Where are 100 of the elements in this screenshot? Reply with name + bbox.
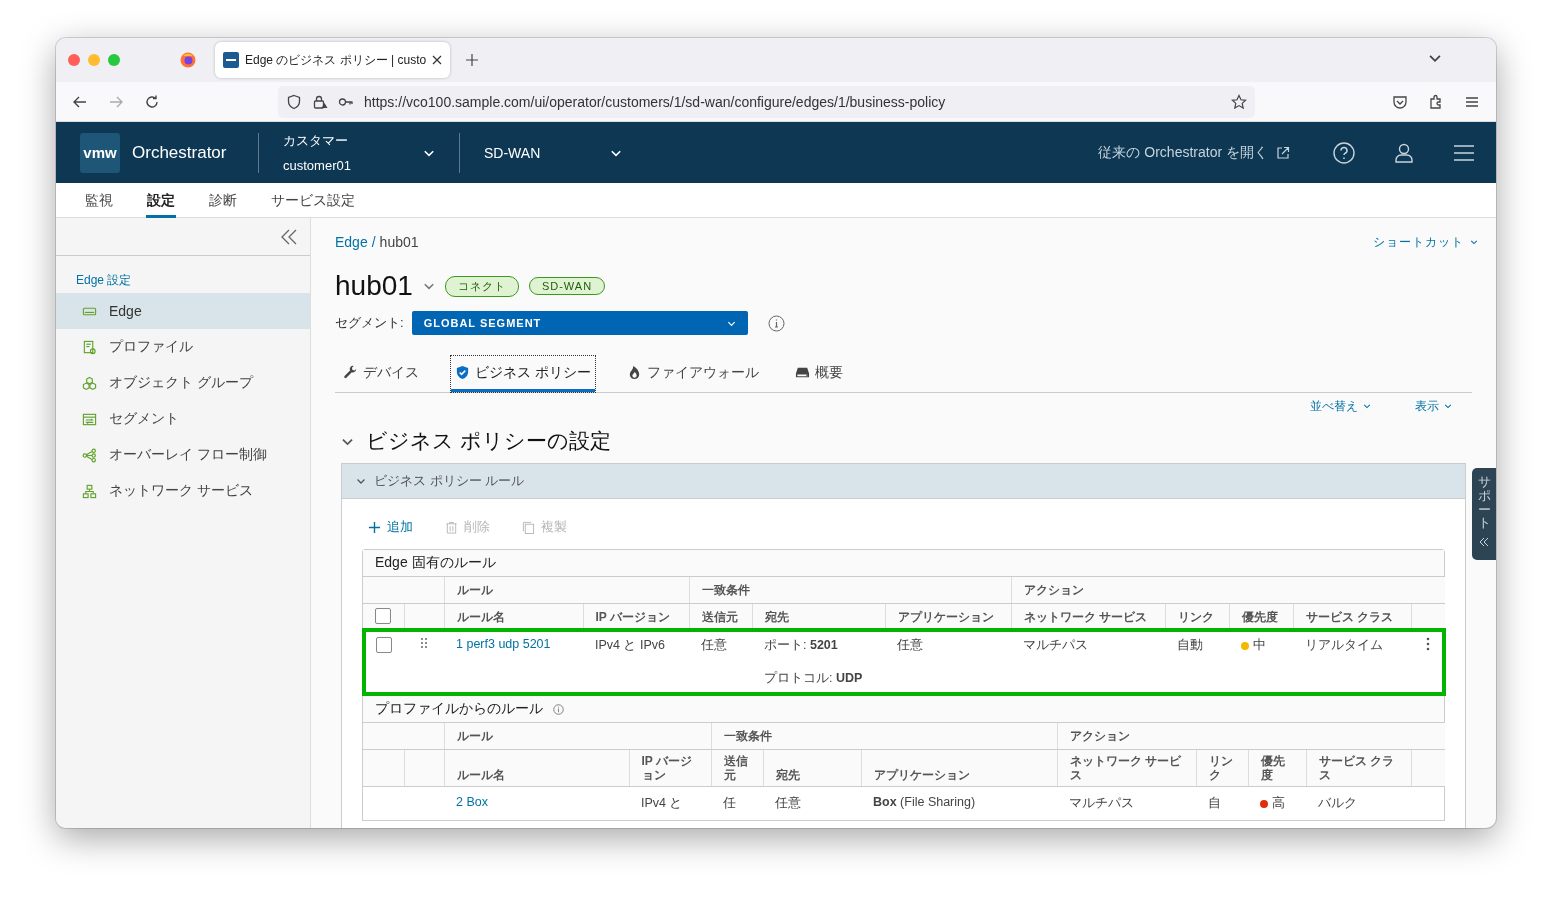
segment-label: セグメント: bbox=[335, 314, 404, 332]
table-cell: Box (File Sharing) bbox=[873, 795, 976, 809]
objects-icon bbox=[82, 375, 97, 391]
chevron-icon bbox=[1470, 238, 1478, 246]
sidebar-item[interactable]: オーバーレイ フロー制御 bbox=[56, 437, 310, 473]
copy-icon bbox=[522, 520, 535, 534]
column-header: アプリケーション bbox=[897, 610, 994, 624]
column-header: IP バージョン bbox=[595, 610, 670, 624]
table-cell-text: ポート: 5201 bbox=[764, 637, 839, 654]
wrench-icon bbox=[343, 365, 358, 380]
customer-selector[interactable]: カスタマー customer01 bbox=[259, 132, 459, 173]
column-header: リンク bbox=[1208, 754, 1233, 782]
nav-tab[interactable]: 診断 bbox=[208, 183, 238, 218]
status-badge: SD-WAN bbox=[528, 277, 606, 295]
info-icon[interactable] bbox=[767, 314, 785, 332]
tab[interactable]: ファイアウォール bbox=[622, 356, 763, 392]
tab[interactable]: 概要 bbox=[790, 356, 847, 392]
table-cell-text: 任意 bbox=[775, 795, 802, 812]
address-bar[interactable]: https://vco100.sample.com/ui/operator/customers/1/sd-wan/configure/edges/1/business-policy bbox=[278, 85, 1255, 118]
reload-icon[interactable] bbox=[144, 93, 160, 110]
shortcut-menu[interactable]: ショートカット bbox=[1367, 232, 1484, 252]
table-cell: リアルタイム bbox=[1305, 638, 1383, 652]
pocket-icon[interactable] bbox=[1392, 93, 1408, 110]
group-header: ルール bbox=[456, 583, 493, 597]
column-header: IP バージョン bbox=[641, 754, 692, 782]
chevron-icon bbox=[1363, 402, 1371, 410]
extensions-icon[interactable] bbox=[1428, 93, 1444, 110]
dropdown-menu[interactable]: 並べ替え bbox=[1304, 396, 1377, 416]
breadcrumb-link[interactable]: Edge bbox=[335, 234, 368, 250]
overlay-icon bbox=[82, 447, 97, 463]
lock-icon[interactable] bbox=[312, 93, 328, 110]
sidebar-item[interactable]: オブジェクト グループ bbox=[56, 365, 310, 401]
external-link-icon bbox=[1276, 145, 1290, 160]
rule-link[interactable]: 2 Box bbox=[456, 795, 488, 809]
star-icon[interactable] bbox=[1231, 93, 1247, 110]
info-icon bbox=[553, 703, 564, 715]
close-window-button[interactable] bbox=[68, 54, 80, 66]
group-header: アクション bbox=[1069, 729, 1130, 743]
group-header: ルール bbox=[456, 729, 493, 743]
table-cell: マルチパス bbox=[1023, 638, 1088, 652]
sidebar-section-title: Edge 設定 bbox=[75, 272, 133, 289]
table-cell: バルク bbox=[1318, 796, 1357, 810]
favicon-icon bbox=[223, 52, 239, 68]
expand-chevron-icon bbox=[356, 476, 366, 486]
tab[interactable]: ビジネス ポリシー bbox=[451, 356, 595, 392]
help-icon[interactable] bbox=[1332, 140, 1356, 165]
table-title: Edge 固有のルール bbox=[375, 554, 496, 572]
chevron-icon bbox=[1444, 402, 1452, 410]
table-title: プロファイルからのルール bbox=[375, 700, 543, 718]
sidebar-item[interactable]: プロファイル bbox=[56, 329, 310, 365]
table-cell: IPv4 と IPv6 bbox=[595, 638, 665, 652]
column-header: アプリケーション bbox=[873, 768, 970, 782]
column-header: ルール名 bbox=[456, 610, 505, 624]
column-header: ネットワーク サービス bbox=[1023, 610, 1147, 624]
browser-logo-icon[interactable] bbox=[180, 52, 196, 68]
browser-tab[interactable]: Edge のビジネス ポリシー | custo bbox=[215, 42, 451, 78]
sidebar-item[interactable]: セグメント bbox=[56, 401, 310, 437]
shield-icon[interactable] bbox=[286, 93, 302, 110]
tab[interactable]: デバイス bbox=[339, 356, 423, 392]
column-header: ネットワーク サービス bbox=[1069, 754, 1181, 782]
support-tab[interactable]: サポート bbox=[1472, 468, 1496, 560]
table-cell: 自 bbox=[1208, 796, 1221, 810]
column-header: サービス クラス bbox=[1318, 754, 1394, 782]
column-header: 優先度 bbox=[1260, 754, 1285, 782]
segment-icon bbox=[82, 411, 97, 427]
table-cell: 任意 bbox=[701, 638, 727, 652]
drag-handle-icon[interactable] bbox=[420, 637, 428, 649]
column-header: ルール名 bbox=[456, 768, 505, 782]
table-cell: IPv4 と bbox=[641, 796, 683, 810]
collapse-icon[interactable] bbox=[280, 228, 298, 245]
group-header: 一致条件 bbox=[701, 583, 750, 597]
nav-tab[interactable]: 監視 bbox=[84, 183, 114, 218]
add-button[interactable]: 追加 bbox=[368, 518, 413, 536]
section-title: ビジネス ポリシーの設定 bbox=[366, 428, 611, 454]
network-icon bbox=[82, 483, 97, 499]
rule-link[interactable]: 1 perf3 udp 5201 bbox=[456, 637, 551, 651]
table-cell: 任意 bbox=[897, 638, 923, 652]
table-cell: マルチパス bbox=[1069, 796, 1134, 810]
trash-icon bbox=[445, 520, 458, 534]
dropdown-menu[interactable]: 表示 bbox=[1409, 396, 1458, 416]
drive-icon bbox=[794, 365, 810, 380]
logo[interactable]: vmw bbox=[80, 132, 120, 173]
panel-title[interactable]: ビジネス ポリシー ルール bbox=[374, 472, 525, 490]
nav-tab[interactable]: サービス設定 bbox=[270, 183, 356, 218]
column-header: 宛先 bbox=[764, 610, 789, 624]
column-header: 送信元 bbox=[701, 610, 738, 624]
legacy-orchestrator-link[interactable]: 従来の Orchestrator を開く bbox=[1092, 142, 1296, 163]
close-icon[interactable] bbox=[432, 55, 443, 65]
double-chevron-icon bbox=[1479, 537, 1489, 547]
sidebar-item[interactable]: Edge bbox=[56, 293, 310, 329]
sidebar-item[interactable]: ネットワーク サービス bbox=[56, 473, 310, 509]
shield-icon bbox=[455, 365, 470, 380]
service-selector[interactable]: SD-WAN bbox=[460, 144, 646, 161]
checkbox[interactable] bbox=[375, 608, 392, 624]
checkbox[interactable] bbox=[375, 637, 392, 653]
segment-dropdown[interactable]: GLOBAL SEGMENT bbox=[411, 311, 748, 335]
new-tab-icon[interactable] bbox=[466, 54, 479, 66]
more-icon[interactable] bbox=[1426, 637, 1431, 651]
priority-label: 中 bbox=[1253, 637, 1266, 654]
url-text: https://vco100.sample.com/ui/operator/customers/1/sd-wan/configure/edges/1/business-policy bbox=[364, 93, 947, 110]
